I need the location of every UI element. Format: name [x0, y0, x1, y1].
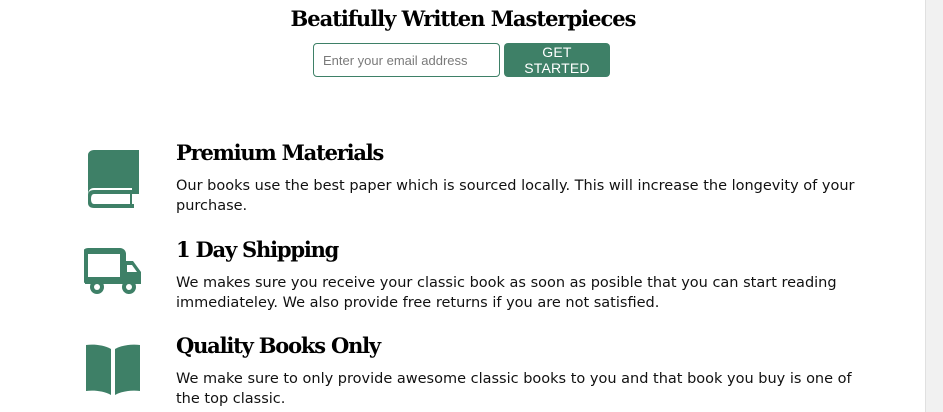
truck-icon — [84, 248, 141, 294]
feature-description: Our books use the best paper which is so… — [176, 178, 855, 214]
hero-title: Beatifully Written Masterpieces — [290, 6, 637, 31]
feature-title: Premium Materials — [176, 140, 384, 165]
feature-description: We makes sure you receive your classic b… — [176, 275, 837, 311]
scrollbar-thumb[interactable] — [930, 0, 938, 412]
feature-title: Quality Books Only — [176, 333, 381, 358]
feature-title: 1 Day Shipping — [176, 237, 339, 262]
feature-description: We make sure to only provide awesome cla… — [176, 371, 852, 407]
open-book-icon — [86, 344, 140, 395]
scrollbar[interactable] — [925, 0, 943, 412]
book-icon — [88, 150, 139, 208]
email-input[interactable] — [313, 43, 500, 77]
get-started-button[interactable]: GET STARTED — [504, 43, 610, 77]
signup-form: GET STARTED — [313, 43, 610, 77]
